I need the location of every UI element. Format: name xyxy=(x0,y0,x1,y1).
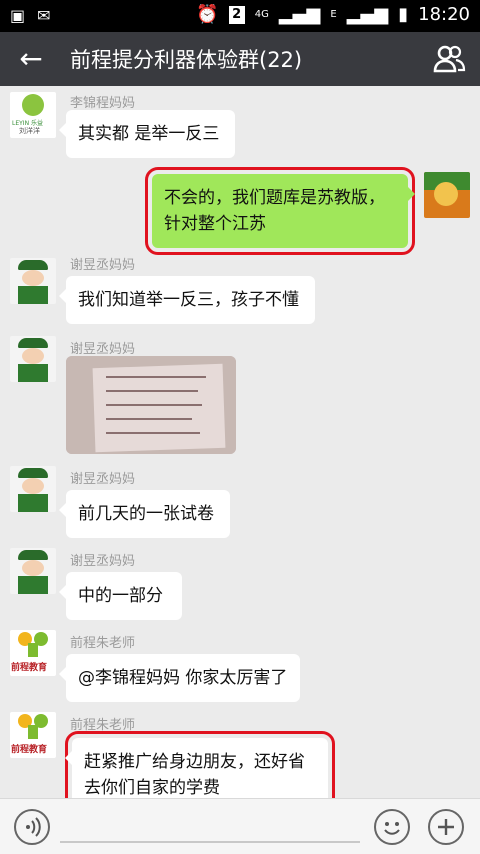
sender-name: 谢昱丞妈妈 xyxy=(70,342,136,357)
status-left: ▣ ✉ xyxy=(10,6,51,25)
message-bubble[interactable]: 其实都 是举一反三 xyxy=(59,110,235,158)
avatar-soldier[interactable] xyxy=(10,258,56,304)
back-arrow-icon[interactable]: ← xyxy=(14,43,48,75)
voice-icon xyxy=(26,817,41,837)
status-right: ⏰ 2 4G ▂▄▆ E ▂▄▆ ▮ 18:20 xyxy=(196,4,470,25)
image-notification-icon: ▣ xyxy=(10,6,26,25)
network-e: E xyxy=(330,8,337,20)
plus-icon xyxy=(438,819,454,835)
message-bubble-self[interactable]: 不会的，我们题库是苏教版，针对整个江苏 xyxy=(145,167,415,255)
battery-icon: ▮ xyxy=(398,4,409,25)
avatar-qiancheng[interactable]: 前程教育 xyxy=(10,712,56,758)
emoji-icon xyxy=(384,822,400,835)
group-members-icon[interactable] xyxy=(432,44,466,74)
avatar-liyin[interactable]: LEYIN 乐益 刘洋洋 xyxy=(10,92,56,138)
chat-content[interactable]: LEYIN 乐益 刘洋洋 李锦程妈妈 其实都 是举一反三 不会的，我们题库是苏教… xyxy=(0,86,480,798)
message-bubble[interactable]: @李锦程妈妈 你家太厉害了 xyxy=(59,654,300,702)
avatar-qiancheng[interactable]: 前程教育 xyxy=(10,630,56,676)
chat-title: 前程提分利器体验群(22) xyxy=(70,48,303,72)
avatar-soldier[interactable] xyxy=(10,336,56,382)
message-bubble[interactable]: 我们知道举一反三，孩子不懂 xyxy=(59,276,315,324)
alarm-icon: ⏰ xyxy=(196,4,219,25)
message-bubble[interactable]: 前几天的一张试卷 xyxy=(59,490,230,538)
sender-name: 谢昱丞妈妈 xyxy=(70,258,136,273)
input-bar xyxy=(0,798,480,854)
time: 18:20 xyxy=(418,4,470,25)
sender-name: 谢昱丞妈妈 xyxy=(70,554,136,569)
emoji-button[interactable] xyxy=(374,809,410,845)
voice-toggle-icon[interactable] xyxy=(14,809,50,845)
title-bar: ← 前程提分利器体验群(22) xyxy=(0,32,480,86)
sim-badge: 2 xyxy=(228,5,245,24)
mail-notification-icon: ✉ xyxy=(37,6,51,25)
message-bubble[interactable]: 赶紧推广给身边朋友，还好省去你们自家的学费 xyxy=(65,731,335,798)
message-input-line[interactable] xyxy=(60,841,360,843)
message-bubble[interactable]: 中的一部分 xyxy=(59,572,182,620)
sender-name: 李锦程妈妈 xyxy=(70,96,136,111)
more-button[interactable] xyxy=(428,809,464,845)
sender-name: 前程朱老师 xyxy=(70,718,136,733)
signal-icon-2: ▂▄▆ xyxy=(346,4,389,25)
avatar-soldier[interactable] xyxy=(10,466,56,512)
avatar-soldier[interactable] xyxy=(10,548,56,594)
status-bar: ▣ ✉ ⏰ 2 4G ▂▄▆ E ▂▄▆ ▮ 18:20 xyxy=(0,0,480,32)
signal-icon: ▂▄▆ xyxy=(278,4,321,25)
sender-name: 谢昱丞妈妈 xyxy=(70,472,136,487)
avatar-self[interactable] xyxy=(424,172,470,218)
network-4g: 4G xyxy=(254,8,269,20)
sender-name: 前程朱老师 xyxy=(70,636,136,651)
image-message[interactable] xyxy=(66,356,236,454)
